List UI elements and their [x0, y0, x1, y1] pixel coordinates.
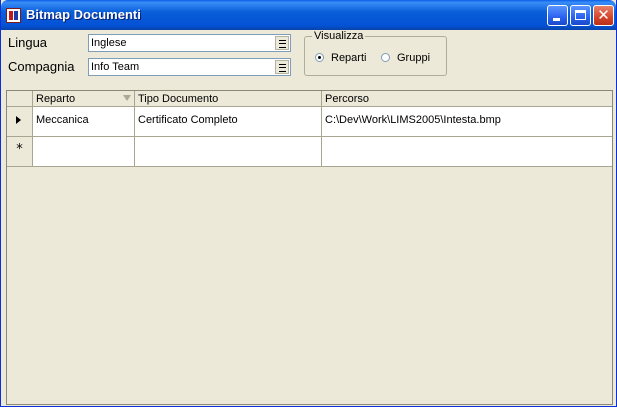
compagnia-dropdown-button[interactable]	[275, 60, 289, 74]
cell-value: Meccanica	[36, 114, 89, 126]
new-cell-tipo-documento[interactable]	[135, 137, 322, 167]
reparti-label[interactable]: Reparti	[331, 52, 366, 64]
new-cell-reparto[interactable]	[33, 137, 135, 167]
column-header-label: Reparto	[36, 93, 76, 105]
documents-grid: Reparto Tipo Documento Percorso Meccanic…	[6, 90, 613, 405]
cell-reparto[interactable]: Meccanica	[33, 107, 135, 137]
minimize-icon	[553, 18, 560, 21]
new-row-icon: *	[16, 142, 23, 157]
compagnia-label: Compagnia	[8, 59, 75, 74]
close-button[interactable]: ✕	[593, 5, 614, 26]
gruppi-radio[interactable]	[381, 53, 390, 62]
minimize-button[interactable]	[547, 5, 568, 26]
maximize-button[interactable]	[570, 5, 591, 26]
reparti-radio[interactable]	[315, 53, 324, 62]
lingua-value: Inglese	[91, 37, 127, 49]
column-header-label: Percorso	[325, 93, 370, 105]
lingua-dropdown-button[interactable]	[275, 36, 289, 50]
new-row-selector[interactable]: *	[7, 137, 33, 167]
new-cell-percorso[interactable]	[322, 137, 612, 167]
compagnia-value: Info Team	[91, 61, 140, 73]
corner-header[interactable]	[7, 91, 33, 107]
cell-percorso[interactable]: C:\Dev\Work\LIMS2005\Intesta.bmp	[322, 107, 612, 137]
column-header-label: Tipo Documento	[138, 93, 219, 105]
close-icon: ✕	[597, 6, 610, 24]
cell-tipo-documento[interactable]: Certificato Completo	[135, 107, 322, 137]
lingua-combo[interactable]: Inglese	[88, 34, 291, 52]
column-header-percorso[interactable]: Percorso	[322, 91, 612, 107]
cell-value: C:\Dev\Work\LIMS2005\Intesta.bmp	[325, 114, 501, 126]
lingua-label: Lingua	[8, 35, 48, 50]
sort-arrow-icon	[123, 95, 131, 101]
maximize-icon	[575, 10, 586, 20]
visualizza-title: Visualizza	[312, 30, 366, 42]
compagnia-combo[interactable]: Info Team	[88, 58, 291, 76]
window-title: Bitmap Documenti	[26, 7, 141, 22]
current-row-icon	[16, 116, 21, 124]
cell-value: Certificato Completo	[138, 114, 238, 126]
column-header-reparto[interactable]: Reparto	[33, 91, 135, 107]
list-icon	[279, 40, 286, 48]
bitmap-documenti-window: Bitmap Documenti ✕ Lingua Inglese Compag…	[0, 0, 617, 407]
title-bar[interactable]: Bitmap Documenti ✕	[1, 0, 616, 30]
app-icon	[6, 8, 21, 23]
column-header-tipo-documento[interactable]: Tipo Documento	[135, 91, 322, 107]
row-selector[interactable]	[7, 107, 33, 137]
gruppi-label[interactable]: Gruppi	[397, 52, 430, 64]
list-icon	[279, 64, 286, 72]
